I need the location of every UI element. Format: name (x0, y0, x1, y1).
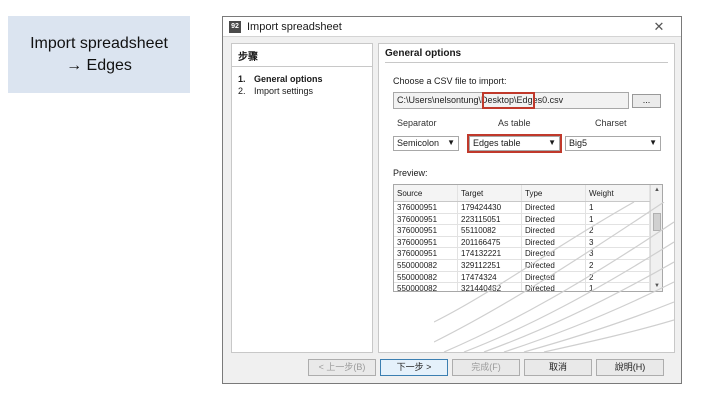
caption-line-2: → Edges (66, 56, 132, 74)
section-title: General options (385, 48, 462, 59)
separator-label: Separator (397, 118, 437, 128)
help-button[interactable]: 說明(H) (596, 359, 664, 376)
cancel-button[interactable]: 取消 (524, 359, 592, 376)
table-select-highlight (467, 134, 562, 153)
charset-select[interactable]: Big5 ▼ (565, 136, 661, 151)
column-header[interactable]: Type (522, 185, 586, 201)
browse-button[interactable]: ... (632, 94, 661, 108)
caption-line-1: Import spreadsheet (30, 34, 168, 52)
step-general-options: 1. General options (238, 74, 323, 84)
column-header[interactable]: Weight (586, 185, 650, 201)
scroll-thumb[interactable] (653, 213, 661, 231)
table-row: 376000951 179424430 Directed 1 (394, 202, 650, 214)
import-dialog: 92 Import spreadsheet ✕ 步骤 1. General op… (222, 16, 682, 384)
chevron-down-icon: ▼ (649, 138, 657, 147)
column-header[interactable]: Target (458, 185, 522, 201)
table-row: 376000951 223115051 Directed 1 (394, 213, 650, 226)
step-import-settings: 2. Import settings (238, 86, 314, 96)
table-header: Source Target Type Weight (394, 185, 650, 202)
table-row: 376000951 55110082 Directed 2 (394, 225, 650, 237)
table-row: 376000951 201166475 Directed 3 (394, 236, 650, 249)
steps-title: 步骤 (232, 44, 372, 67)
file-name-highlight (482, 92, 535, 109)
section-divider (385, 62, 668, 63)
general-options-panel: General options Choose a CSV file to imp… (378, 43, 675, 353)
table-row: 550000082 329112251 Directed 2 (394, 259, 650, 272)
table-row: 376000951 174132221 Directed 3 (394, 248, 650, 260)
preview-table: Source Target Type Weight 376000951 1794… (393, 184, 663, 292)
finish-button[interactable]: 完成(F) (452, 359, 520, 376)
scroll-down-icon[interactable]: ▼ (651, 283, 662, 289)
dialog-title: Import spreadsheet (247, 20, 342, 33)
slide-caption: Import spreadsheet → Edges (8, 16, 190, 93)
back-button[interactable]: < 上一步(B) (308, 359, 376, 376)
choose-file-label: Choose a CSV file to import: (393, 76, 507, 86)
app-icon: 92 (229, 20, 241, 33)
close-icon[interactable]: ✕ (651, 19, 667, 34)
scroll-up-icon[interactable]: ▲ (651, 187, 662, 193)
preview-scrollbar[interactable]: ▲ ▼ (650, 185, 662, 291)
chevron-down-icon: ▼ (447, 138, 455, 147)
column-header[interactable]: Source (394, 185, 458, 201)
separator-select[interactable]: Semicolon ▼ (393, 136, 459, 151)
next-button[interactable]: 下一步 > (380, 359, 448, 376)
table-label: As table (498, 118, 531, 128)
charset-label: Charset (595, 118, 627, 128)
steps-panel: 步骤 1. General options 2. Import settings (231, 43, 373, 353)
preview-label: Preview: (393, 168, 428, 178)
table-row: 550000082 321440482 Directed 1 (394, 283, 650, 291)
dialog-footer: < 上一步(B) 下一步 > 完成(F) 取消 說明(H) (223, 353, 681, 383)
table-row: 550000082 17474324 Directed 2 (394, 271, 650, 284)
dialog-titlebar: 92 Import spreadsheet ✕ (223, 17, 681, 37)
